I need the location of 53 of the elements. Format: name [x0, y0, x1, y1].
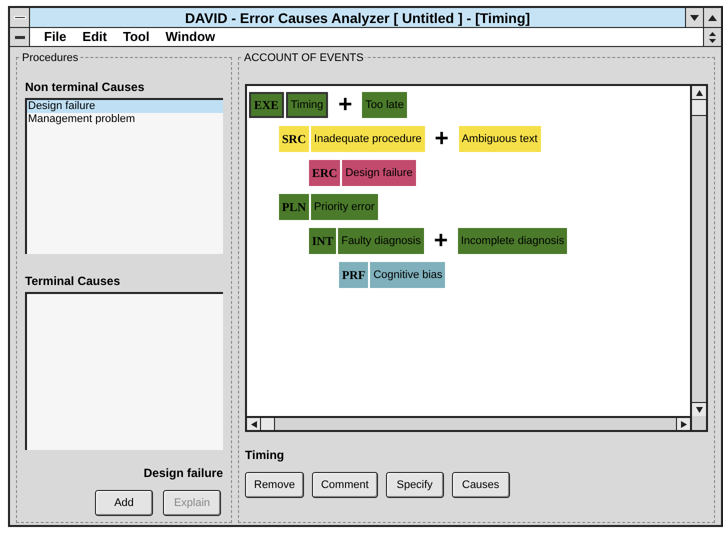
event-label-tag[interactable]: Timing [286, 92, 328, 118]
selected-cause-label: Design failure [142, 465, 223, 482]
event-label-tag[interactable]: Too late [362, 92, 407, 118]
scroll-left-button[interactable] [247, 418, 261, 430]
restore-button[interactable] [703, 28, 721, 46]
menu-item[interactable]: Window [165, 27, 216, 47]
event-code-tag[interactable]: ERC [309, 160, 340, 186]
list-item[interactable]: Design failure [27, 100, 223, 113]
window-title: DAVID - Error Causes Analyzer [ Untitled ] - [Timing] [30, 8, 685, 27]
list-box[interactable] [25, 292, 223, 450]
event-code-tag[interactable]: PLN [279, 194, 309, 220]
list-label: Terminal Causes [25, 273, 122, 290]
event-code-tag[interactable]: EXE [249, 92, 284, 118]
up-down-arrows-icon [709, 32, 716, 42]
event-label-tag[interactable]: Faulty diagnosis [338, 228, 424, 254]
down-arrow-icon [696, 406, 702, 412]
event-label-tag[interactable]: Cognitive bias [370, 262, 446, 288]
event-code-tag[interactable]: PRF [339, 262, 368, 288]
selected-event-label: Timing [245, 447, 286, 464]
event-label-tag[interactable]: Inadequate procedure [311, 126, 425, 152]
right-arrow-icon [680, 420, 686, 428]
plus-sign: + [434, 127, 450, 151]
event-code-tag[interactable]: INT [309, 228, 336, 254]
scroll-right-button[interactable] [676, 418, 690, 430]
event-label-tag[interactable]: Incomplete diagnosis [458, 228, 568, 254]
scroll-thumb[interactable] [261, 418, 275, 430]
scroll-down-button[interactable] [692, 402, 706, 416]
scroll-thumb[interactable] [692, 100, 706, 116]
up-arrow-icon [696, 90, 702, 96]
push-button[interactable]: Specify [386, 472, 444, 498]
down-triangle-icon [690, 14, 699, 20]
horizontal-scrollbar[interactable] [247, 416, 690, 430]
push-button[interactable]: Comment [312, 472, 378, 498]
scroll-up-button[interactable] [692, 86, 706, 100]
event-label-tag[interactable]: Design failure [342, 160, 416, 186]
document-menu-button[interactable] [10, 28, 30, 46]
menu-item[interactable]: Edit [82, 27, 107, 47]
push-button[interactable]: Causes [452, 472, 510, 498]
menu-item[interactable]: Tool [122, 27, 150, 47]
push-button[interactable]: Add [95, 490, 153, 516]
list-label: Non terminal Causes [25, 79, 146, 96]
plus-sign: + [337, 93, 354, 117]
list-box[interactable]: Design failure Management problem [25, 98, 223, 254]
list-item[interactable]: Management problem [27, 113, 223, 126]
push-button[interactable]: Remove [245, 472, 304, 498]
left-arrow-icon [250, 420, 256, 428]
event-label-tag[interactable]: Priority error [311, 194, 378, 220]
menu-item[interactable]: File [44, 27, 66, 47]
plus-sign: + [432, 229, 449, 253]
up-triangle-icon [708, 14, 717, 20]
vertical-scrollbar[interactable] [690, 86, 706, 430]
event-label-tag[interactable]: Ambiguous text [458, 126, 541, 152]
event-code-tag[interactable]: SRC [279, 126, 310, 152]
